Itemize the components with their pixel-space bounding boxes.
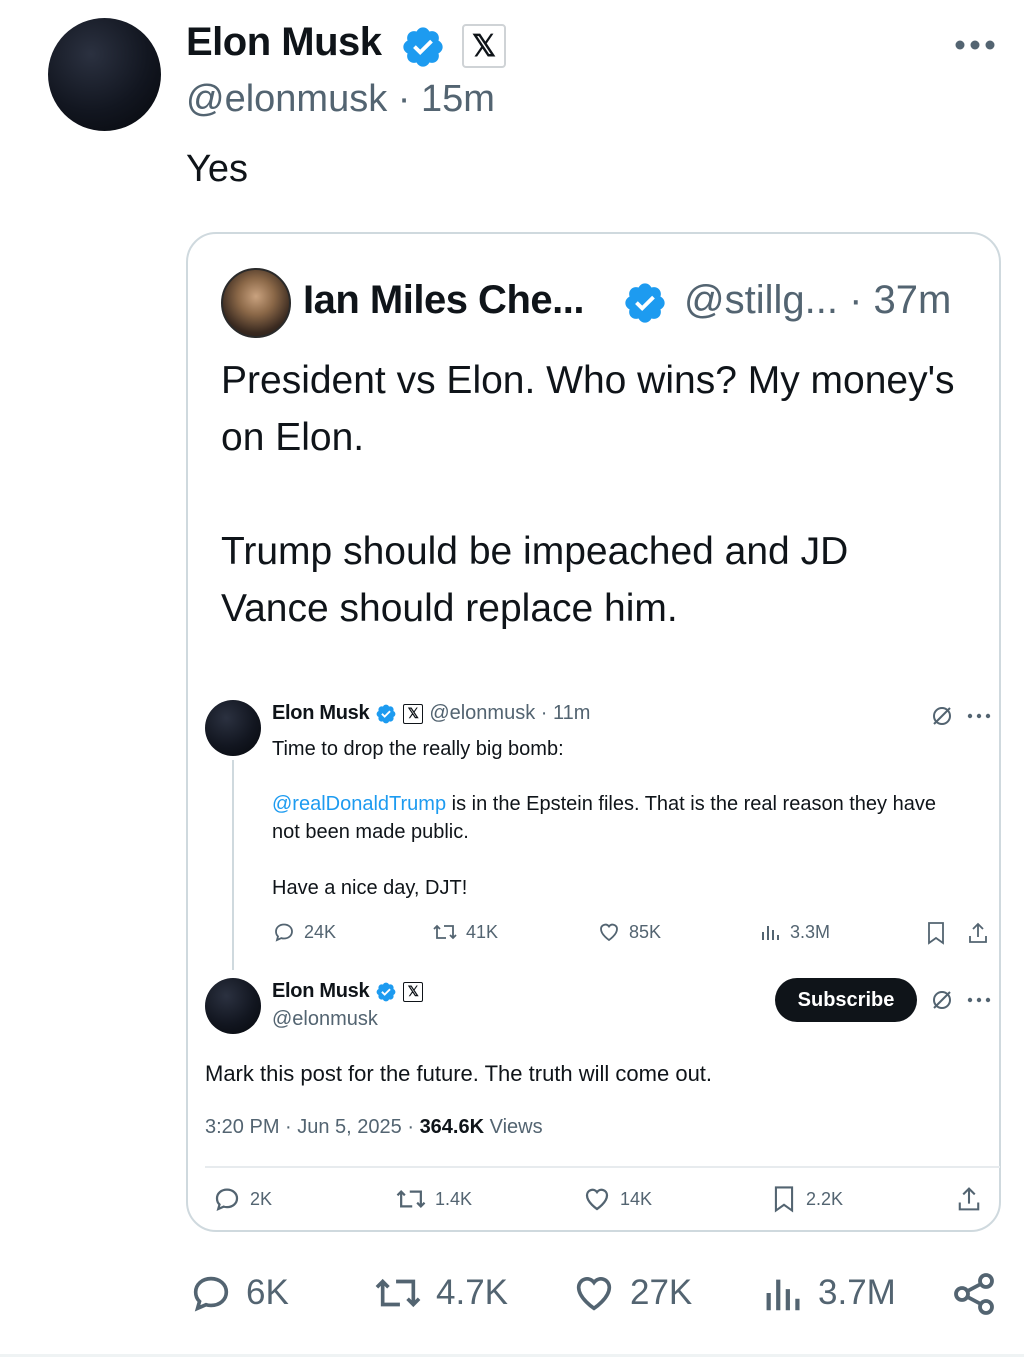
embedded-bookmark-count: 2.2K <box>806 1188 844 1209</box>
thread-line <box>232 760 234 970</box>
repost-icon <box>375 1278 421 1308</box>
quote-text: President vs Elon. Who wins? My money's … <box>221 352 961 637</box>
embedded-views-action: 3.3M <box>760 920 830 944</box>
views-icon <box>762 926 779 940</box>
views-icon <box>766 1279 800 1311</box>
more-icon <box>966 712 992 720</box>
x-affiliate-icon: 𝕏 <box>403 703 424 724</box>
x-affiliate-icon: 𝕏 <box>403 981 424 1002</box>
like-button[interactable]: 27K <box>570 1270 692 1316</box>
embedded-views-count: 3.3M <box>790 921 831 942</box>
quote-text-paragraph-2: Trump should be impeached and JD Vance s… <box>221 530 849 630</box>
author-avatar[interactable] <box>48 18 161 131</box>
bookmark-icon <box>924 920 948 946</box>
x-affiliate-glyph: 𝕏 <box>471 29 497 63</box>
more-icon <box>966 996 992 1004</box>
author-handle-time[interactable]: @elonmusk · 15m <box>186 78 495 121</box>
repost-count: 4.7K <box>436 1273 508 1312</box>
like-count: 27K <box>630 1273 693 1312</box>
embedded-line4: Have a nice day, DJT! <box>272 877 468 899</box>
embedded-like-action: 85K <box>597 920 661 944</box>
heart-icon <box>600 923 618 942</box>
repost-icon <box>396 1190 426 1208</box>
heart-icon <box>576 1277 612 1311</box>
verified-icon <box>376 982 396 1001</box>
reply-button[interactable]: 6K <box>188 1270 289 1316</box>
embedded-meta-time: 3:20 PM · Jun 5, 2025 · <box>205 1116 420 1138</box>
grok-icon <box>930 988 954 1012</box>
verified-icon <box>400 24 446 70</box>
share-icon <box>955 1184 983 1214</box>
share-button[interactable] <box>950 1270 998 1318</box>
mention-link: @realDonaldTrump <box>272 793 447 815</box>
embedded-repost-action: 41K <box>432 920 498 944</box>
embedded-reply-count: 2K <box>250 1188 273 1209</box>
embedded-post2-meta: 3:20 PM · Jun 5, 2025 · 364.6K Views <box>205 1116 543 1139</box>
views-button[interactable]: 3.7M <box>762 1270 896 1316</box>
embedded-views-number: 364.6K <box>419 1116 485 1138</box>
embedded-like-count: 14K <box>620 1188 653 1209</box>
embedded-author-name: Elon Musk <box>272 980 370 1002</box>
embedded-line2: @realDonaldTrump is in the Epstein files… <box>272 790 992 818</box>
views-count: 3.7M <box>818 1273 896 1312</box>
embedded-reply-count: 24K <box>304 921 337 942</box>
subscribe-button: Subscribe <box>775 978 917 1022</box>
embedded-repost-count: 41K <box>466 921 499 942</box>
verified-icon <box>622 280 668 326</box>
reply-icon <box>193 1276 229 1312</box>
embedded-handle: @elonmusk <box>272 1008 378 1030</box>
embedded-post2-header: Elon Musk 𝕏 <box>272 980 424 1003</box>
embedded-like-action: 14K <box>582 1184 652 1214</box>
quote-author-name[interactable]: Ian Miles Che... <box>303 278 584 323</box>
tweet-text: Yes <box>186 148 248 190</box>
quote-author-avatar[interactable] <box>221 268 291 338</box>
embedded-divider <box>205 1166 1000 1168</box>
embedded-author-name: Elon Musk <box>272 702 370 724</box>
embedded-reply-action: 24K <box>272 920 336 944</box>
embedded-reply-action: 2K <box>212 1184 272 1214</box>
bookmark-icon <box>774 1186 794 1213</box>
embedded-line2-rest: is in the Epstein files. That is the rea… <box>446 793 936 815</box>
embedded-repost-action: 1.4K <box>395 1184 472 1214</box>
reply-icon <box>275 923 293 942</box>
author-name[interactable]: Elon Musk <box>186 20 382 65</box>
quote-author-handle-time[interactable]: @stillg... · 37m <box>684 278 951 323</box>
grok-icon <box>930 704 954 728</box>
embedded-handle-time: @elonmusk · 11m <box>429 702 591 724</box>
reply-icon <box>215 1188 239 1211</box>
embedded-post1-header: Elon Musk 𝕏 @elonmusk · 11m <box>272 702 590 725</box>
quote-text-paragraph-1: President vs Elon. Who wins? My money's … <box>221 359 955 459</box>
share-icon <box>954 1273 994 1315</box>
heart-icon <box>585 1188 609 1211</box>
embedded-like-count: 85K <box>629 921 662 942</box>
repost-icon <box>433 924 457 940</box>
embedded-line3: not been made public. <box>272 821 469 843</box>
embedded-views-label: Views <box>484 1116 543 1138</box>
embedded-avatar <box>205 978 261 1034</box>
share-icon <box>966 920 990 946</box>
embedded-avatar <box>205 700 261 756</box>
reply-count: 6K <box>246 1273 289 1312</box>
embedded-bookmark-action: 2.2K <box>770 1184 843 1214</box>
more-icon[interactable] <box>950 30 1000 60</box>
repost-button[interactable]: 4.7K <box>372 1270 508 1316</box>
x-affiliate-icon: 𝕏 <box>462 24 506 68</box>
embedded-post2-text: Mark this post for the future. The truth… <box>205 1061 713 1086</box>
embedded-repost-count: 1.4K <box>435 1188 473 1209</box>
embedded-line1: Time to drop the really big bomb: <box>272 738 564 760</box>
verified-icon <box>376 704 396 723</box>
